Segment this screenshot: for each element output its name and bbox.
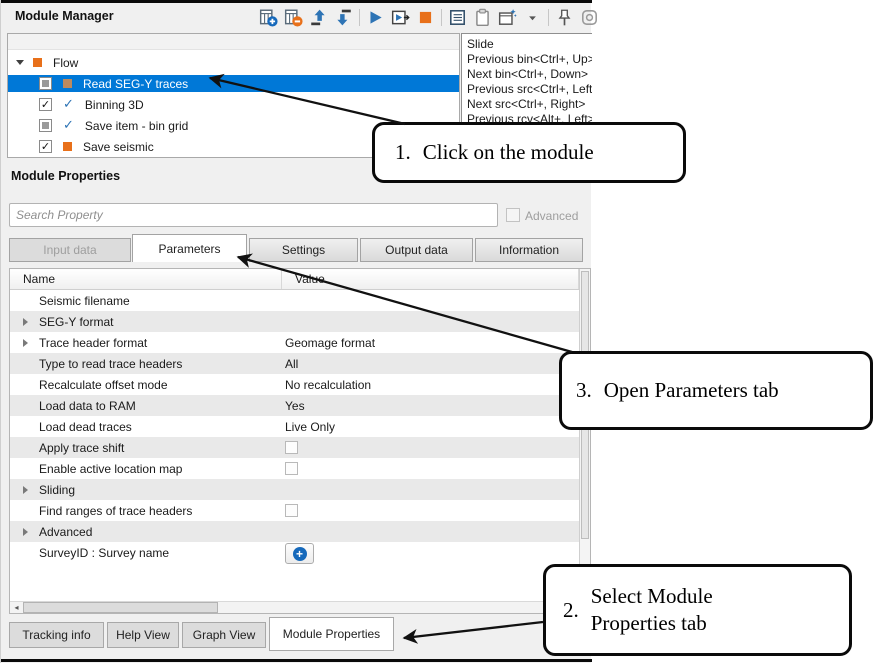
- property-row-recalculate-offset-mode[interactable]: Recalculate offset modeNo recalculation: [10, 374, 579, 395]
- property-row-seismic-filename[interactable]: Seismic filename: [10, 290, 579, 311]
- property-row-type-to-read-trace-headers[interactable]: Type to read trace headersAll: [10, 353, 579, 374]
- property-row-load-data-to-ram[interactable]: Load data to RAMYes: [10, 395, 579, 416]
- bottom-tab-graph-view[interactable]: Graph View: [182, 622, 266, 648]
- module-check-icon: ✓: [63, 119, 74, 132]
- tab-information[interactable]: Information: [475, 238, 583, 262]
- callout-step-3: 3.Open Parameters tab: [559, 351, 873, 430]
- tab-parameters[interactable]: Parameters: [132, 234, 247, 262]
- tree-header-strip: [8, 34, 459, 50]
- export-down-icon[interactable]: [334, 8, 353, 27]
- advanced-checkbox[interactable]: [506, 208, 520, 222]
- module-manager-title: Module Manager: [15, 9, 114, 23]
- expander-down-icon[interactable]: [16, 60, 24, 65]
- toolbar-separator: [441, 9, 442, 26]
- module-manager-toolbar: [259, 5, 599, 29]
- module-list-icon[interactable]: [448, 8, 467, 27]
- property-row-find-ranges-of-trace-headers[interactable]: Find ranges of trace headers: [10, 500, 579, 521]
- shortcut-line: Previous src<Ctrl+, Left>: [467, 82, 592, 97]
- module-properties-title: Module Properties: [11, 169, 120, 183]
- callout-step-2: 2.Select ModuleProperties tab: [543, 564, 852, 656]
- paste-icon[interactable]: [473, 8, 492, 27]
- shortcut-line: Next bin<Ctrl+, Down>: [467, 67, 592, 82]
- module-enabled-checkbox[interactable]: ✓: [39, 140, 52, 153]
- property-value: Geomage format: [285, 336, 375, 350]
- property-row-seg-y-format[interactable]: SEG-Y format: [10, 311, 579, 332]
- expander-right-icon[interactable]: [23, 528, 28, 536]
- stop-icon[interactable]: [416, 8, 435, 27]
- module-square-icon: [33, 58, 42, 67]
- module-enabled-checkbox[interactable]: [39, 77, 52, 90]
- properties-table-panel: Name Value Seismic filenameSEG-Y formatT…: [9, 268, 591, 614]
- new-window-icon[interactable]: [498, 8, 517, 27]
- link-icon[interactable]: [580, 8, 599, 27]
- module-square-icon: [63, 79, 72, 88]
- property-row-enable-active-location-map[interactable]: Enable active location map: [10, 458, 579, 479]
- run-icon[interactable]: [366, 8, 385, 27]
- screenshot-canvas: Module Manager FlowRead SEG-Y traces✓✓Bi…: [0, 0, 882, 668]
- property-row-sliding[interactable]: Sliding: [10, 479, 579, 500]
- property-row-surveyid-survey-name[interactable]: SurveyID : Survey name+: [10, 542, 579, 563]
- plus-icon: +: [293, 547, 307, 561]
- horizontal-scrollbar-thumb[interactable]: [23, 602, 218, 613]
- scroll-left-arrow-icon[interactable]: ◂: [10, 602, 23, 613]
- column-header-value: Value: [282, 269, 579, 289]
- callout-step-1: 1.Click on the module: [372, 122, 686, 183]
- value-checkbox[interactable]: [285, 441, 298, 454]
- value-checkbox[interactable]: [285, 504, 298, 517]
- property-row-trace-header-format[interactable]: Trace header formatGeomage format: [10, 332, 579, 353]
- property-value: All: [285, 357, 298, 371]
- property-row-load-dead-traces[interactable]: Load dead tracesLive Only: [10, 416, 579, 437]
- bottom-tab-module-properties[interactable]: Module Properties: [269, 617, 394, 651]
- run-current-icon[interactable]: [391, 8, 410, 27]
- import-up-icon[interactable]: [309, 8, 328, 27]
- tab-settings[interactable]: Settings: [249, 238, 358, 262]
- module-enabled-checkbox[interactable]: ✓: [39, 98, 52, 111]
- bottom-border: [1, 659, 592, 662]
- advanced-label: Advanced: [525, 209, 578, 223]
- vertical-scrollbar[interactable]: [579, 269, 590, 601]
- search-property-input[interactable]: [9, 203, 498, 227]
- bottom-tab-help-view[interactable]: Help View: [107, 622, 179, 648]
- remove-module-icon[interactable]: [284, 8, 303, 27]
- app-window: Module Manager FlowRead SEG-Y traces✓✓Bi…: [0, 0, 591, 663]
- pin-icon[interactable]: [555, 8, 574, 27]
- shortcut-line: Previous bin<Ctrl+, Up>: [467, 52, 592, 67]
- property-value: Live Only: [285, 420, 335, 434]
- toolbar-separator: [359, 9, 360, 26]
- top-border: [1, 0, 592, 3]
- tab-output-data[interactable]: Output data: [360, 238, 473, 262]
- tree-item-binning-3d[interactable]: ✓✓Binning 3D: [8, 96, 459, 113]
- tab-input-data[interactable]: Input data: [9, 238, 131, 262]
- value-checkbox[interactable]: [285, 462, 298, 475]
- tree-item-flow[interactable]: Flow: [8, 54, 459, 71]
- property-row-apply-trace-shift[interactable]: Apply trace shift: [10, 437, 579, 458]
- expander-right-icon[interactable]: [23, 486, 28, 494]
- shortcuts-title: Slide: [467, 37, 592, 52]
- shortcut-line: Next src<Ctrl+, Right>: [467, 97, 592, 112]
- horizontal-scrollbar[interactable]: ◂ ▸: [10, 601, 579, 613]
- add-survey-button[interactable]: +: [285, 543, 314, 564]
- expander-right-icon[interactable]: [23, 339, 28, 347]
- add-module-icon[interactable]: [259, 8, 278, 27]
- tree-item-read-seg-y-traces[interactable]: Read SEG-Y traces: [8, 75, 459, 92]
- property-value: No recalculation: [285, 378, 371, 392]
- table-header: Name Value: [10, 269, 579, 290]
- module-check-icon: ✓: [63, 98, 74, 111]
- column-header-name: Name: [10, 269, 282, 289]
- property-value: Yes: [285, 399, 305, 413]
- property-row-advanced[interactable]: Advanced: [10, 521, 579, 542]
- bottom-tab-tracking-info[interactable]: Tracking info: [9, 622, 104, 648]
- toolbar-separator: [548, 9, 549, 26]
- expander-right-icon[interactable]: [23, 318, 28, 326]
- module-enabled-checkbox[interactable]: [39, 119, 52, 132]
- module-square-icon: [63, 142, 72, 151]
- dropdown-arrow-icon[interactable]: [523, 8, 542, 27]
